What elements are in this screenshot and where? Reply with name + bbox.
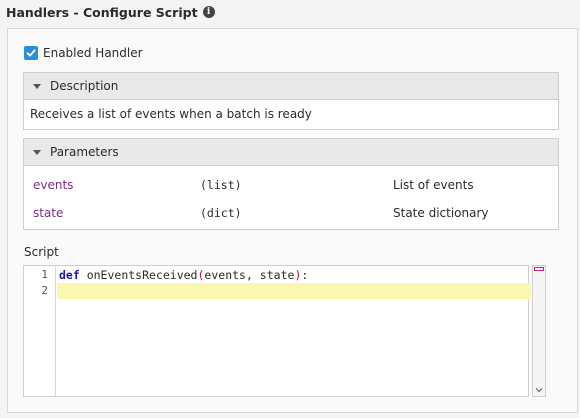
line-number-gutter: 1 2 xyxy=(24,266,56,396)
parameters-table: events (list) List of events state (dict… xyxy=(24,166,558,226)
line-number: 2 xyxy=(41,284,48,297)
code-keyword: def xyxy=(59,268,80,282)
line-number: 1 xyxy=(41,268,48,281)
description-text: Receives a list of events when a batch i… xyxy=(30,107,312,121)
table-row: state (dict) State dictionary xyxy=(24,206,558,226)
param-description: State dictionary xyxy=(393,206,489,220)
param-name: state xyxy=(33,206,64,220)
param-type: (list) xyxy=(200,178,242,192)
code-line-current[interactable] xyxy=(57,283,531,299)
parameters-section: Parameters events (list) List of events … xyxy=(23,138,559,230)
code-function-name: onEventsReceived xyxy=(79,268,198,282)
description-header[interactable]: Description xyxy=(24,73,558,100)
parameters-header[interactable]: Parameters xyxy=(24,139,558,166)
param-name: events xyxy=(33,178,74,192)
caret-down-icon[interactable] xyxy=(33,149,41,155)
parameters-title: Parameters xyxy=(50,145,119,159)
script-label: Script xyxy=(24,245,59,259)
page-header: Handlers - Configure Script i xyxy=(0,0,580,24)
script-editor[interactable]: 1 2 def onEventsReceived(events, state): xyxy=(23,265,531,397)
table-row: events (list) List of events xyxy=(24,178,558,198)
enabled-handler-label[interactable]: Enabled Handler xyxy=(43,46,143,60)
enabled-handler-checkbox[interactable] xyxy=(24,46,38,60)
param-type: (dict) xyxy=(200,206,242,220)
checkmark-icon xyxy=(26,49,36,57)
description-title: Description xyxy=(50,79,119,93)
scroll-marker xyxy=(534,267,544,271)
enabled-handler-row[interactable]: Enabled Handler xyxy=(24,46,143,60)
page-title: Handlers - Configure Script xyxy=(6,4,198,20)
description-section: Description Receives a list of events wh… xyxy=(23,72,559,130)
code-args: events, state xyxy=(204,268,295,282)
configure-script-panel: Enabled Handler Description Receives a l… xyxy=(7,28,578,413)
scroll-down-arrow-icon[interactable] xyxy=(534,386,544,394)
caret-down-icon[interactable] xyxy=(33,83,41,89)
editor-scrollbar[interactable] xyxy=(532,265,546,397)
info-icon[interactable]: i xyxy=(202,6,215,18)
code-colon: : xyxy=(301,268,309,282)
chevron-down-icon xyxy=(535,388,543,393)
code-line[interactable]: def onEventsReceived(events, state): xyxy=(57,267,531,283)
param-description: List of events xyxy=(393,178,474,192)
